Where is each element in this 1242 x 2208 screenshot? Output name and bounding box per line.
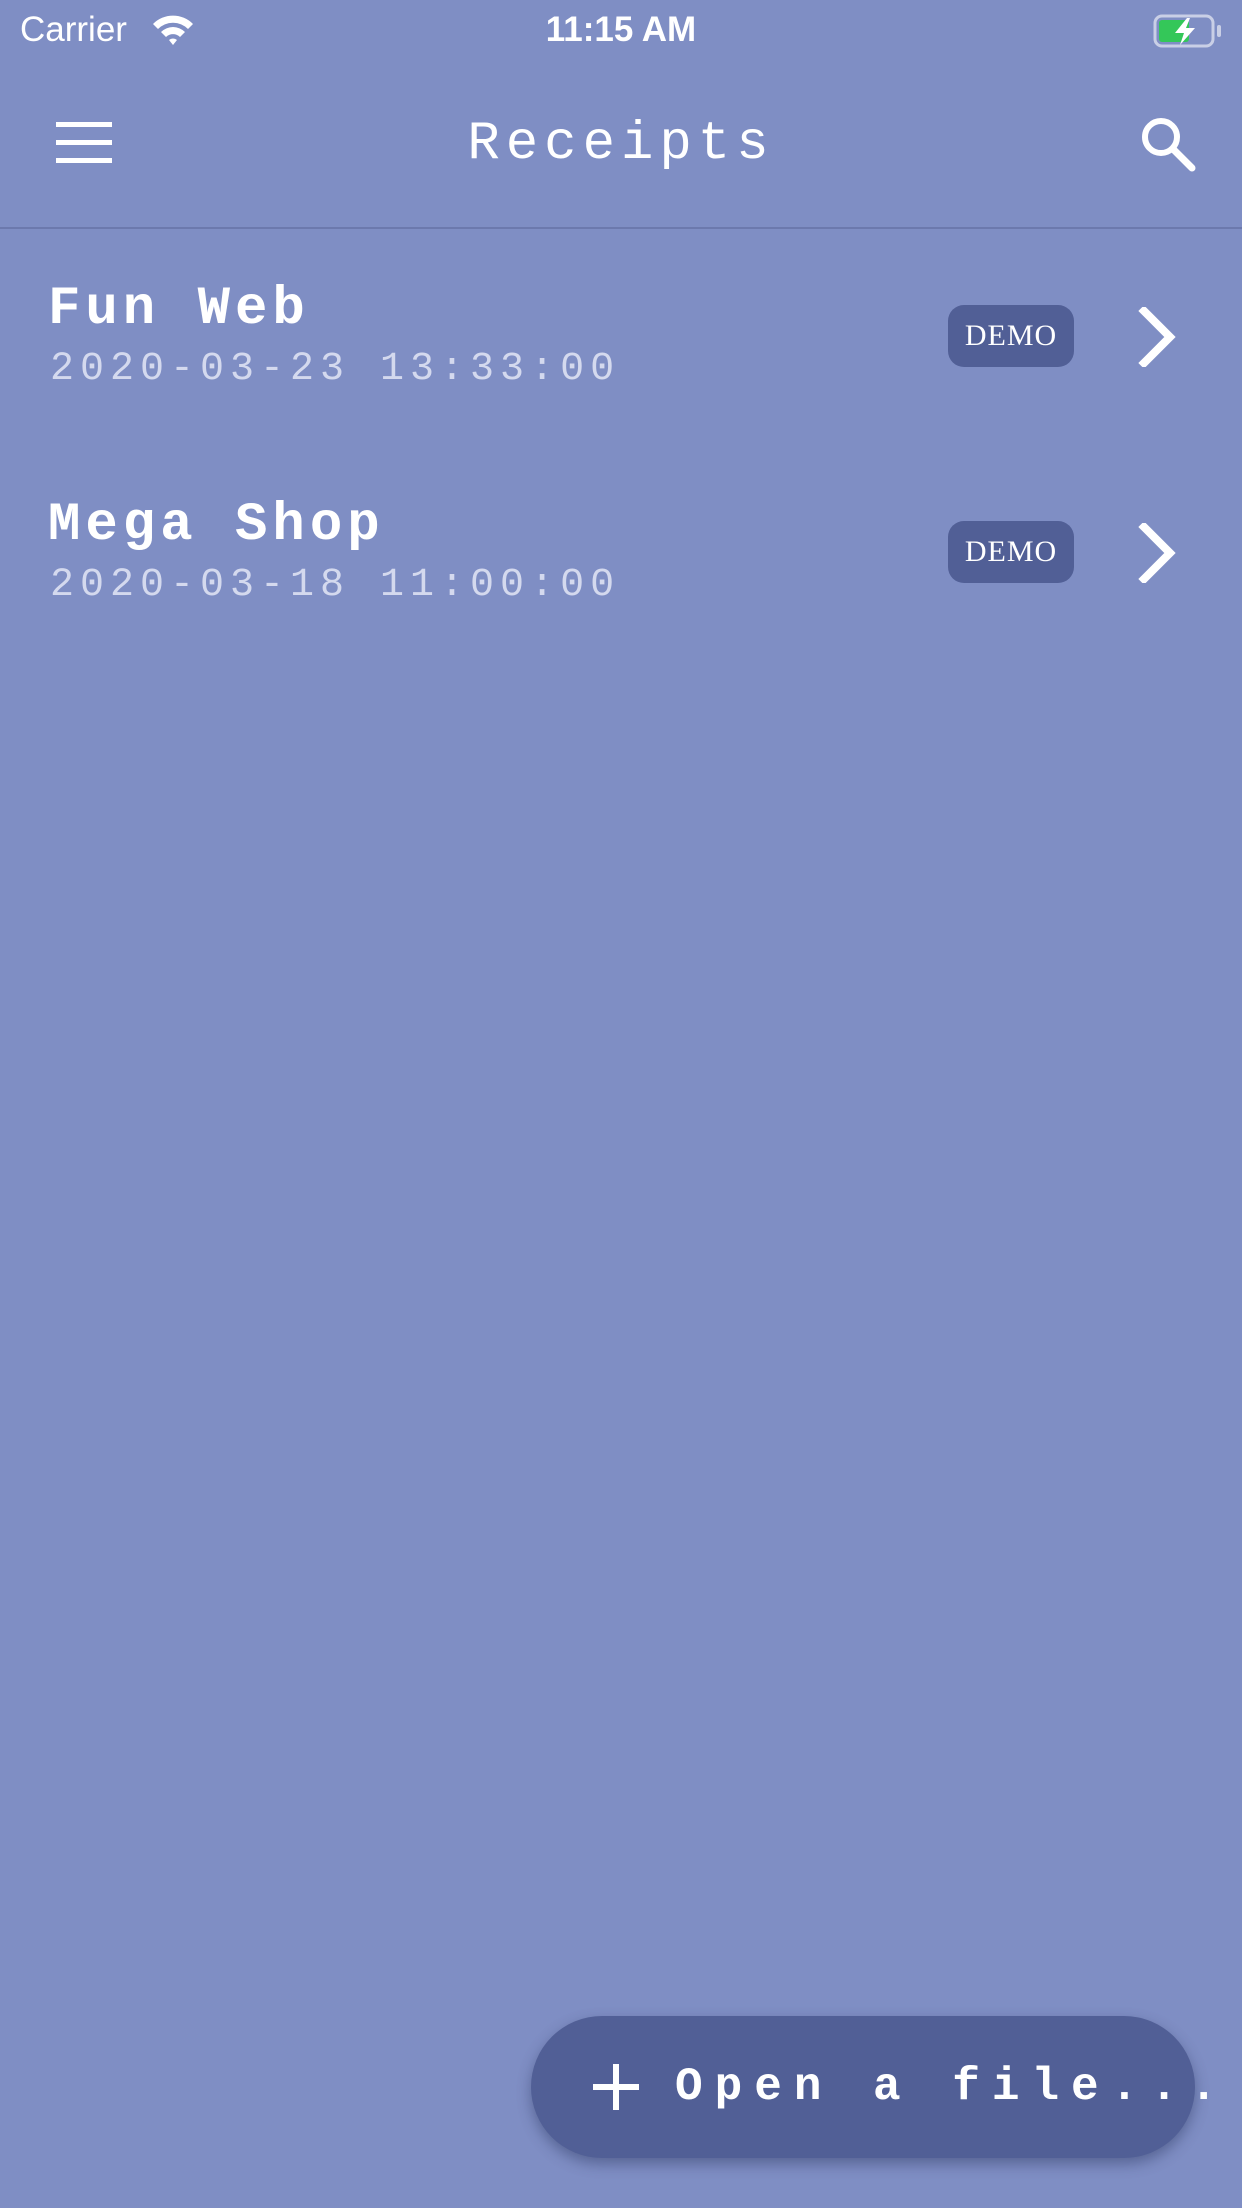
receipt-list: Fun Web 2020-03-23 13:33:00 DEMO Mega Sh… xyxy=(0,229,1242,661)
demo-badge: DEMO xyxy=(948,521,1074,583)
search-icon[interactable] xyxy=(1138,114,1198,174)
receipt-name: Mega Shop xyxy=(48,495,385,556)
page-title: Receipts xyxy=(467,114,775,175)
demo-badge: DEMO xyxy=(948,305,1074,367)
battery-charging-icon xyxy=(1153,14,1223,48)
status-time: 11:15 AM xyxy=(545,10,697,49)
receipt-row-mega-shop[interactable]: Mega Shop 2020-03-18 11:00:00 DEMO xyxy=(0,445,1242,661)
open-file-button[interactable]: Open a file... xyxy=(531,2016,1217,2158)
chevron-right-icon xyxy=(1138,521,1178,585)
app-bar: Receipts xyxy=(0,62,1242,229)
receipt-date: 2020-03-23 13:33:00 xyxy=(50,347,621,392)
receipt-row-fun-web[interactable]: Fun Web 2020-03-23 13:33:00 DEMO xyxy=(0,229,1242,445)
open-file-label: Open a file... xyxy=(675,2061,1230,2113)
receipt-name: Fun Web xyxy=(48,279,310,340)
receipt-date: 2020-03-18 11:00:00 xyxy=(50,563,621,608)
plus-icon xyxy=(593,2064,639,2110)
status-bar: Carrier 11:15 AM xyxy=(0,0,1242,62)
chevron-right-icon xyxy=(1138,305,1178,369)
